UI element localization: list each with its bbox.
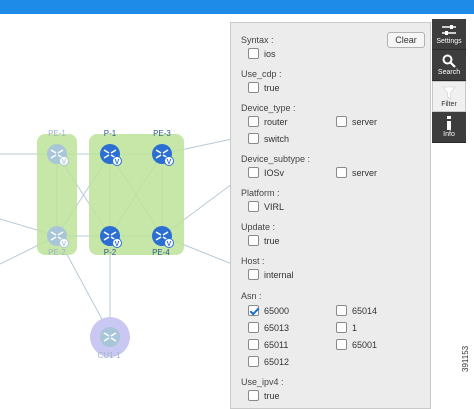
option-label: router: [264, 116, 288, 127]
node-label-pe-2: PE-2: [48, 248, 66, 257]
checkbox[interactable]: [248, 235, 259, 246]
filter-title-platform: Platform :: [241, 188, 280, 198]
clear-button[interactable]: Clear: [387, 32, 425, 48]
filter-option-asn-1[interactable]: 1: [336, 322, 357, 333]
settings-label: Settings: [436, 38, 462, 45]
checkbox[interactable]: [336, 339, 347, 350]
node-label-pe-1: PE-1: [48, 129, 66, 138]
search-icon: [442, 53, 456, 69]
checkbox[interactable]: [336, 167, 347, 178]
checkbox[interactable]: [336, 116, 347, 127]
filter-option-device-subtype-server[interactable]: server: [336, 167, 377, 178]
node-label-pe-3: PE-3: [153, 129, 171, 138]
filter-option-device-type-switch[interactable]: switch: [248, 133, 289, 144]
node-label-pe-4: PE-4: [152, 248, 170, 257]
option-label: 1: [352, 322, 358, 333]
filter-title-asn: Asn :: [241, 291, 262, 301]
node-label-p-2: P-2: [103, 248, 117, 257]
filter-icon: [442, 85, 456, 101]
checkbox[interactable]: [248, 269, 259, 280]
checkbox[interactable]: [248, 116, 259, 127]
filter-button[interactable]: Filter: [432, 81, 466, 112]
checkbox[interactable]: [248, 201, 259, 212]
filter-label: Filter: [441, 101, 457, 108]
filter-option-update-true[interactable]: true: [248, 235, 280, 246]
option-label: 65000: [264, 305, 290, 316]
info-icon: [445, 115, 453, 131]
settings-button[interactable]: Settings: [432, 19, 466, 50]
filter-panel: Clear Syntax : ios Use_cdp : true Device…: [230, 22, 431, 409]
option-label: internal: [264, 269, 294, 280]
filter-title-update: Update :: [241, 222, 276, 232]
checkbox[interactable]: [248, 339, 259, 350]
checkbox-checked[interactable]: [248, 305, 259, 316]
option-label: 65012: [264, 356, 290, 367]
virl-badge-letter: V: [62, 159, 67, 166]
option-label: 65014: [352, 305, 378, 316]
option-label: true: [264, 235, 280, 246]
filter-title-use-cdp: Use_cdp :: [241, 69, 282, 79]
option-label: VIRL: [264, 201, 285, 212]
checkbox[interactable]: [248, 390, 259, 401]
checkbox[interactable]: [248, 133, 259, 144]
filter-option-device-type-router[interactable]: router: [248, 116, 288, 127]
info-label: Info: [443, 131, 455, 138]
checkbox[interactable]: [248, 322, 259, 333]
right-toolbar: Settings Search Filter Info: [432, 19, 468, 143]
filter-option-host-internal[interactable]: internal: [248, 269, 294, 280]
sliders-icon: [441, 22, 457, 38]
filter-option-asn-65014[interactable]: 65014: [336, 305, 377, 316]
info-button[interactable]: Info: [432, 112, 466, 143]
filter-option-asn-65011[interactable]: 65011: [248, 339, 288, 350]
node-label-cu1-1: CU1-1: [97, 351, 121, 360]
filter-option-device-type-server[interactable]: server: [336, 116, 377, 127]
checkbox[interactable]: [248, 356, 259, 367]
checkbox[interactable]: [248, 48, 259, 59]
virl-badge-letter: V: [167, 241, 172, 248]
filter-title-use-ipv4: Use_ipv4 :: [241, 377, 284, 387]
node-label-p-1: P-1: [103, 129, 117, 138]
filter-option-use-ipv4-true[interactable]: true: [248, 390, 280, 401]
option-label: server: [352, 116, 378, 127]
search-button[interactable]: Search: [432, 50, 466, 81]
filter-option-asn-65000[interactable]: 65000: [248, 305, 289, 316]
checkbox[interactable]: [336, 322, 347, 333]
filter-option-asn-65012[interactable]: 65012: [248, 356, 289, 367]
virl-badge-letter: V: [115, 241, 120, 248]
filter-option-platform-virl[interactable]: VIRL: [248, 201, 284, 212]
option-label: 65013: [264, 322, 290, 333]
filter-title-host: Host :: [241, 256, 265, 266]
filter-title-device-subtype: Device_subtype :: [241, 154, 311, 164]
checkbox[interactable]: [336, 305, 347, 316]
option-label: 65001: [352, 339, 378, 350]
filter-option-syntax-ios[interactable]: ios: [248, 48, 276, 59]
filter-option-use-cdp-true[interactable]: true: [248, 82, 280, 93]
option-label: switch: [264, 133, 290, 144]
figure-id: 391153: [461, 345, 470, 372]
virl-badge-letter: V: [115, 159, 120, 166]
option-label: IOSv: [264, 167, 285, 178]
option-label: true: [264, 82, 280, 93]
checkbox[interactable]: [248, 167, 259, 178]
filter-title-syntax: Syntax :: [241, 35, 274, 45]
router-node-cu1-1[interactable]: [100, 327, 120, 347]
filter-option-asn-65013[interactable]: 65013: [248, 322, 289, 333]
filter-option-device-subtype-iosv[interactable]: IOSv: [248, 167, 284, 178]
filter-option-asn-65001[interactable]: 65001: [336, 339, 377, 350]
option-label: ios: [264, 48, 276, 59]
filter-title-device-type: Device_type :: [241, 103, 296, 113]
router-icon: [100, 327, 120, 347]
option-label: 65011: [264, 339, 289, 350]
virl-badge-letter: V: [62, 241, 67, 248]
virl-badge-letter: V: [167, 159, 172, 166]
option-label: server: [352, 167, 378, 178]
search-label: Search: [437, 69, 461, 76]
option-label: true: [264, 390, 280, 401]
checkbox[interactable]: [248, 82, 259, 93]
top-bar: [0, 0, 474, 14]
